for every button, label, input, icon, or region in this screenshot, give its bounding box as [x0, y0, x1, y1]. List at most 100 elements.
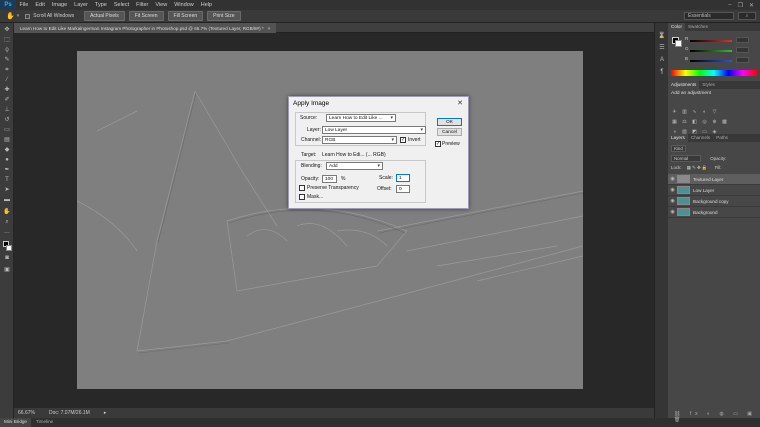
paths-tab[interactable]: Paths: [713, 134, 731, 142]
character-panel-icon[interactable]: A: [658, 57, 666, 63]
gradient-tool-icon[interactable]: ▤: [3, 137, 11, 143]
restore-icon[interactable]: ❐: [738, 2, 743, 9]
menu-edit[interactable]: Edit: [32, 2, 48, 8]
opacity-input[interactable]: 100: [322, 175, 337, 183]
color-tab[interactable]: Color: [668, 23, 685, 31]
hand-tool-icon[interactable]: ✋: [3, 209, 11, 215]
healing-tool-icon[interactable]: ✚: [3, 87, 11, 93]
menu-layer[interactable]: Layer: [71, 2, 92, 8]
kind-filter-select[interactable]: Kind: [671, 145, 686, 152]
swatches-tab[interactable]: Swatches: [685, 23, 711, 31]
green-slider[interactable]: [690, 50, 732, 52]
hand-tool-icon[interactable]: ✋: [6, 12, 15, 20]
status-menu-icon[interactable]: ▸: [104, 410, 107, 416]
workspace-select[interactable]: Essentials: [684, 12, 734, 20]
fit-screen-button[interactable]: Fit Screen: [128, 11, 164, 21]
styles-tab[interactable]: Styles: [699, 81, 718, 89]
shape-tool-icon[interactable]: ▬: [3, 197, 11, 203]
clone-stamp-tool-icon[interactable]: ⊥: [3, 107, 11, 113]
timeline-tab[interactable]: Timeline: [32, 418, 57, 427]
quick-mask-icon[interactable]: ◙: [3, 255, 11, 261]
layer-row[interactable]: ◉ Textured Layer: [668, 174, 760, 185]
preserve-transparency-checkbox[interactable]: [299, 185, 305, 191]
offset-input[interactable]: 0: [396, 185, 410, 193]
visibility-eye-icon[interactable]: ◉: [668, 209, 677, 215]
eyedropper-tool-icon[interactable]: ⁄: [3, 77, 11, 83]
scroll-all-windows-checkbox[interactable]: [25, 13, 31, 19]
tool-preset-chevron-icon[interactable]: ▾: [17, 13, 20, 19]
eraser-tool-icon[interactable]: ▭: [3, 127, 11, 133]
cancel-button[interactable]: Cancel: [437, 128, 462, 136]
history-brush-tool-icon[interactable]: ↺: [3, 117, 11, 123]
color-spectrum[interactable]: [671, 70, 757, 76]
channel-select[interactable]: RGB ▾: [322, 136, 397, 144]
red-slider[interactable]: [690, 40, 732, 42]
blur-tool-icon[interactable]: ◆: [3, 147, 11, 153]
red-value-field[interactable]: [736, 37, 749, 43]
fill-screen-button[interactable]: Fill Screen: [167, 11, 204, 21]
print-size-button[interactable]: Print Size: [207, 11, 241, 21]
ok-button[interactable]: OK: [437, 118, 462, 126]
move-tool-icon[interactable]: ✥: [3, 27, 11, 33]
dialog-close-icon[interactable]: ✕: [457, 99, 463, 107]
scale-input[interactable]: 1: [396, 174, 410, 182]
minimize-icon[interactable]: –: [728, 2, 731, 9]
crop-tool-icon[interactable]: ⌗: [3, 67, 11, 73]
actual-pixels-button[interactable]: Actual Pixels: [84, 11, 125, 21]
lock-icons[interactable]: ▦ ✎ ✥ 🔒: [687, 165, 708, 170]
menu-image[interactable]: Image: [48, 2, 70, 8]
visibility-eye-icon[interactable]: ◉: [668, 176, 677, 182]
paragraph-panel-icon[interactable]: ¶: [658, 69, 666, 75]
menu-type[interactable]: Type: [91, 2, 110, 8]
type-tool-icon[interactable]: T: [3, 177, 11, 183]
window-controls: – ❐ ✕: [728, 2, 760, 9]
adjustments-tab[interactable]: Adjustments: [668, 81, 700, 89]
more-tools-icon[interactable]: …: [3, 229, 11, 235]
marquee-tool-icon[interactable]: ⬚: [3, 37, 11, 43]
visibility-eye-icon[interactable]: ◉: [668, 187, 677, 193]
blue-slider[interactable]: [690, 60, 732, 62]
layer-filter[interactable]: Kind: [671, 145, 686, 152]
lasso-tool-icon[interactable]: ϙ: [3, 47, 11, 53]
layer-row[interactable]: ◉ Low Layer: [668, 185, 760, 196]
layer-row[interactable]: ◉ Background copy: [668, 196, 760, 207]
brush-tool-icon[interactable]: ✐: [3, 97, 11, 103]
quick-select-tool-icon[interactable]: ✎: [3, 57, 11, 63]
pen-tool-icon[interactable]: ✒: [3, 167, 11, 173]
properties-panel-icon[interactable]: ☰: [658, 45, 666, 51]
layers-tab[interactable]: Layers: [668, 134, 688, 142]
path-select-tool-icon[interactable]: ➤: [3, 187, 11, 193]
blending-select[interactable]: Add ▾: [326, 162, 383, 170]
blend-mode-select[interactable]: Normal: [671, 155, 701, 162]
document-tab[interactable]: Learn How to Edit Like Markalngerman Ins…: [14, 23, 277, 33]
channels-tab[interactable]: Channels: [688, 134, 713, 142]
invert-checkbox[interactable]: ✓: [400, 137, 406, 143]
zoom-level[interactable]: 66.67%: [18, 410, 35, 416]
menu-help[interactable]: Help: [197, 2, 215, 8]
preview-checkbox[interactable]: ✓: [435, 141, 441, 147]
history-panel-icon[interactable]: ⌛: [658, 33, 666, 39]
background-color-swatch[interactable]: [6, 245, 12, 251]
search-icon[interactable]: ⌕: [738, 12, 756, 20]
menu-filter[interactable]: Filter: [133, 2, 152, 8]
dodge-tool-icon[interactable]: ●: [3, 157, 11, 163]
close-icon[interactable]: ✕: [749, 2, 754, 9]
green-value-field[interactable]: [736, 47, 749, 53]
layer-panel-footer-icons[interactable]: ⛓ fx ◐ ◍ ▭ ▣ 🗑: [674, 411, 760, 423]
tab-close-icon[interactable]: ×: [268, 26, 271, 31]
source-select[interactable]: Learn How to Edit Like ... ▾: [326, 114, 396, 122]
mask-checkbox[interactable]: [299, 194, 305, 200]
visibility-eye-icon[interactable]: ◉: [668, 198, 677, 204]
menu-file[interactable]: File: [16, 2, 32, 8]
layer-select[interactable]: Low Layer ▾: [322, 126, 426, 134]
color-lookup-icon[interactable]: ▩: [721, 119, 728, 125]
menu-window[interactable]: Window: [171, 2, 198, 8]
color-background-swatch[interactable]: [675, 40, 682, 47]
screen-mode-icon[interactable]: ▣: [3, 267, 11, 273]
mini-bridge-tab[interactable]: Mini Bridge: [0, 418, 31, 427]
menu-select[interactable]: Select: [110, 2, 132, 8]
zoom-tool-icon[interactable]: ⌕: [3, 219, 11, 225]
blue-value-field[interactable]: [736, 57, 749, 63]
menu-view[interactable]: View: [152, 2, 171, 8]
layer-row[interactable]: ◉ Background: [668, 207, 760, 218]
